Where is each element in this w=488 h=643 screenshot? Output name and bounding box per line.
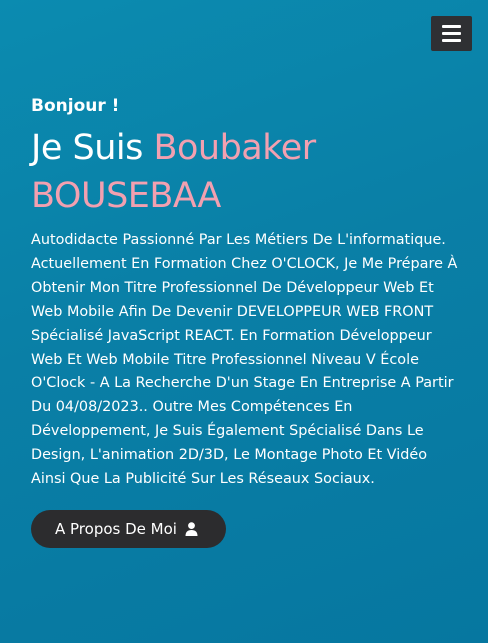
- hamburger-menu-icon: [442, 25, 461, 28]
- hamburger-menu-icon-bar: [442, 32, 461, 35]
- menu-toggle-button[interactable]: [431, 16, 472, 51]
- page-title: Je Suis Boubaker BOUSEBAA: [31, 124, 461, 220]
- about-me-button[interactable]: A Propos De Moi: [31, 509, 226, 548]
- about-me-button-label: A Propos De Moi: [55, 519, 177, 538]
- hamburger-menu-icon-bar: [442, 39, 461, 42]
- greeting-text: Bonjour !: [31, 96, 120, 116]
- user-icon: [185, 522, 198, 536]
- hero-section: Bonjour ! Je Suis Boubaker BOUSEBAA Auto…: [31, 94, 461, 548]
- intro-paragraph: Autodidacte Passionné Par Les Métiers De…: [31, 232, 458, 488]
- headline-prefix: Je Suis: [31, 128, 154, 168]
